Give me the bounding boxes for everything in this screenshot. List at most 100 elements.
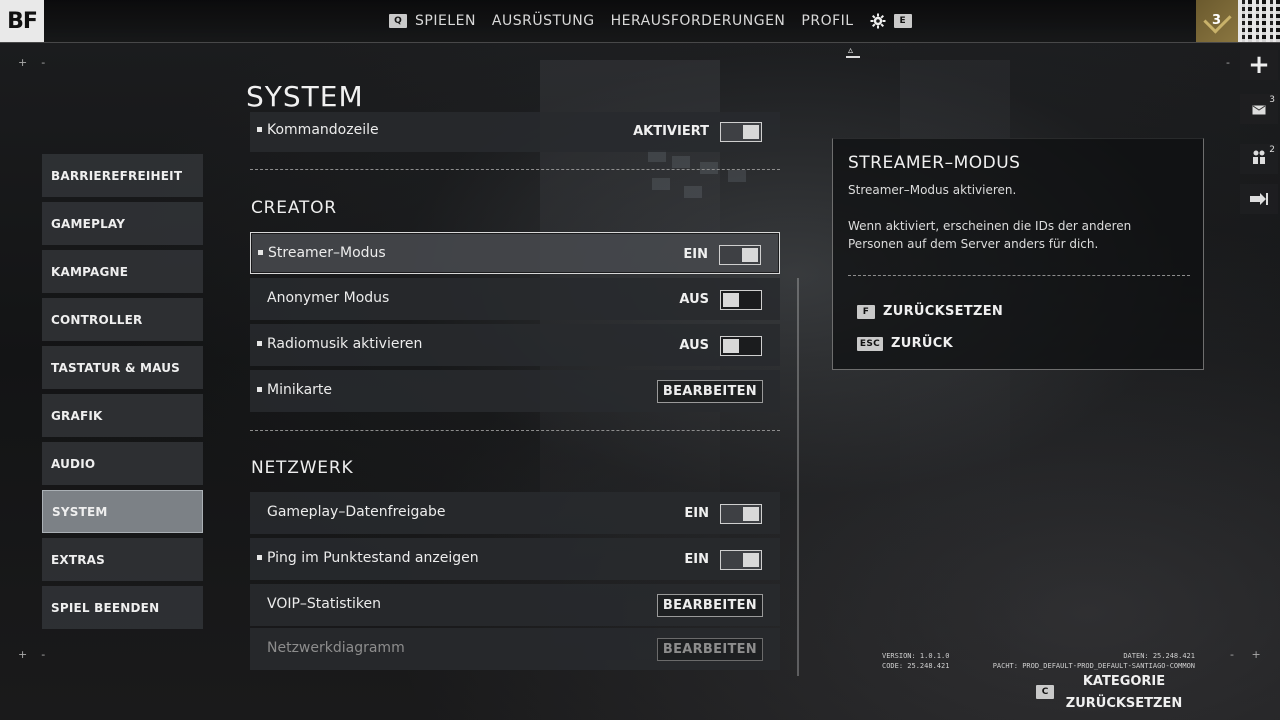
nav-tab-ausruestung[interactable]: AUSRÜSTUNG: [492, 13, 595, 29]
menu-item-system[interactable]: SYSTEM: [42, 490, 203, 533]
section-divider: [250, 169, 780, 170]
setting-label: Anonymer Modus: [267, 290, 390, 306]
rank-badge[interactable]: 3: [1196, 0, 1238, 42]
toggle-knob: [742, 248, 758, 262]
setting-row-anonymer-modus[interactable]: Anonymer Modus AUS: [250, 278, 780, 320]
setting-row-minikarte[interactable]: Minikarte BEARBEITEN: [250, 370, 780, 412]
menu-item-audio[interactable]: AUDIO: [42, 442, 203, 485]
messages-button[interactable]: 3: [1240, 94, 1278, 124]
info-title: STREAMER–MODUS: [848, 153, 1021, 173]
edit-button[interactable]: BEARBEITEN: [656, 380, 763, 403]
main-nav: Q SPIELEN AUSRÜSTUNG HERAUSFORDERUNGEN P…: [389, 0, 912, 42]
setting-row-radiomusik[interactable]: Radiomusik aktivieren AUS: [250, 324, 780, 366]
menu-item-controller[interactable]: CONTROLLER: [42, 298, 203, 341]
rank-level: 3: [1212, 13, 1222, 28]
menu-item-kampagne[interactable]: KAMPAGNE: [42, 250, 203, 293]
back-button[interactable]: ESC ZURÜCK: [857, 336, 953, 351]
reset-category-label-line1: KATEGORIE: [1082, 674, 1166, 689]
exit-button[interactable]: [1240, 184, 1278, 214]
menu-item-gameplay[interactable]: GAMEPLAY: [42, 202, 203, 245]
setting-bullet: [257, 387, 262, 392]
plus-icon: +: [1248, 50, 1270, 80]
corner-mark: + -: [18, 56, 46, 69]
toggle-knob: [723, 339, 739, 353]
info-divider: [848, 275, 1190, 276]
active-tab-indicator-icon: ▵: [845, 45, 861, 58]
setting-row-gameplay-datenfreigabe[interactable]: Gameplay–Datenfreigabe EIN: [250, 492, 780, 534]
info-description: Wenn aktiviert, erscheinen die IDs der a…: [848, 219, 1132, 251]
menu-item-extras[interactable]: EXTRAS: [42, 538, 203, 581]
setting-info-panel: STREAMER–MODUS Streamer–Modus aktivieren…: [832, 138, 1204, 370]
setting-toggle[interactable]: [720, 122, 762, 142]
setting-label: Streamer–Modus: [268, 245, 386, 261]
version-info: VERSION: 1.0.1.0 CODE: 25.248.421: [882, 651, 949, 671]
key-hint: F: [857, 304, 875, 319]
setting-label: Radiomusik aktivieren: [267, 336, 423, 352]
top-navigation-bar: BF Q SPIELEN AUSRÜSTUNG HERAUSFORDERUNGE…: [0, 0, 1280, 43]
key-hint: ESC: [857, 336, 883, 351]
section-title-netzwerk: NETZWERK: [251, 458, 354, 478]
settings-scrollbar[interactable]: [797, 278, 799, 676]
setting-toggle[interactable]: [719, 245, 761, 265]
build-info: DATEN: 25.248.421 PACHT: PROD_DEFAULT-PR…: [984, 651, 1195, 671]
setting-row-streamer-modus[interactable]: Streamer–Modus EIN: [250, 232, 780, 274]
data-line: DATEN: 25.248.421: [1123, 652, 1195, 660]
toggle-knob: [743, 553, 759, 567]
edit-button[interactable]: BEARBEITEN: [656, 638, 763, 661]
patch-line: PACHT: PROD_DEFAULT-PROD_DEFAULT-SANTIAG…: [992, 662, 1195, 670]
nav-tab-profil[interactable]: PROFIL: [801, 13, 853, 29]
setting-bullet: [258, 250, 263, 255]
edit-button[interactable]: BEARBEITEN: [656, 594, 763, 617]
setting-label: Minikarte: [267, 382, 333, 398]
setting-value: EIN: [684, 552, 709, 567]
reset-category-label-line2: ZURÜCKSETZEN: [1065, 696, 1183, 711]
friends-icon: [1252, 149, 1266, 169]
setting-value: EIN: [683, 247, 708, 262]
menu-item-grafik[interactable]: GRAFIK: [42, 394, 203, 437]
setting-row-ping-anzeigen[interactable]: Ping im Punktestand anzeigen EIN: [250, 538, 780, 580]
setting-label: Gameplay–Datenfreigabe: [267, 504, 446, 520]
version-line: VERSION: 1.0.1.0: [882, 652, 950, 660]
reset-category-label: KATEGORIE ZURÜCKSETZEN: [1059, 671, 1189, 715]
setting-toggle[interactable]: [720, 336, 762, 356]
setting-label: Netzwerkdiagramm: [267, 640, 405, 656]
toggle-knob: [743, 125, 759, 139]
section-divider: [250, 430, 780, 431]
setting-value: AUS: [679, 292, 709, 307]
setting-row-voip-statistiken[interactable]: VOIP–Statistiken BEARBEITEN: [250, 584, 780, 626]
section-title-creator: CREATOR: [251, 198, 337, 218]
exit-icon: [1250, 190, 1268, 209]
menu-item-tastatur-maus[interactable]: TASTATUR & MAUS: [42, 346, 203, 389]
setting-row-kommandozeile[interactable]: Kommandozeile AKTIVIERT: [250, 112, 780, 152]
game-logo[interactable]: BF: [0, 0, 44, 42]
setting-toggle[interactable]: [720, 504, 762, 524]
menu-item-barrierefreiheit[interactable]: BARRIEREFREIHEIT: [42, 154, 203, 197]
nav-right-key-hint: E: [893, 14, 912, 28]
menu-item-spiel-beenden[interactable]: SPIEL BEENDEN: [42, 586, 203, 629]
nav-tab-spielen[interactable]: SPIELEN: [415, 13, 476, 29]
setting-row-netzwerkdiagramm[interactable]: Netzwerkdiagramm BEARBEITEN: [250, 628, 780, 670]
settings-list: Kommandozeile AKTIVIERT CREATOR Streamer…: [250, 112, 780, 672]
setting-value: AUS: [679, 338, 709, 353]
friends-count: 2: [1269, 145, 1275, 155]
back-label: ZURÜCK: [891, 336, 953, 351]
setting-bullet: [257, 555, 262, 560]
add-button[interactable]: +: [1240, 50, 1278, 80]
gear-icon[interactable]: [870, 13, 886, 29]
friends-button[interactable]: 2: [1240, 144, 1278, 174]
nav-tab-herausforderungen[interactable]: HERAUSFORDERUNGEN: [611, 13, 786, 29]
setting-toggle[interactable]: [720, 550, 762, 570]
player-avatar[interactable]: [1238, 0, 1280, 42]
reset-button[interactable]: F ZURÜCKSETZEN: [857, 304, 1003, 319]
nav-left-key-hint: Q: [389, 14, 407, 28]
messages-count: 3: [1269, 95, 1275, 105]
setting-value: EIN: [684, 506, 709, 521]
setting-label: Ping im Punktestand anzeigen: [267, 550, 479, 566]
toggle-knob: [723, 293, 739, 307]
setting-toggle[interactable]: [720, 290, 762, 310]
code-line: CODE: 25.248.421: [882, 662, 950, 670]
page-title: SYSTEM: [246, 80, 364, 113]
toggle-knob: [743, 507, 759, 521]
setting-bullet: [257, 127, 262, 132]
info-subtitle: Streamer–Modus aktivieren.: [848, 183, 1017, 197]
